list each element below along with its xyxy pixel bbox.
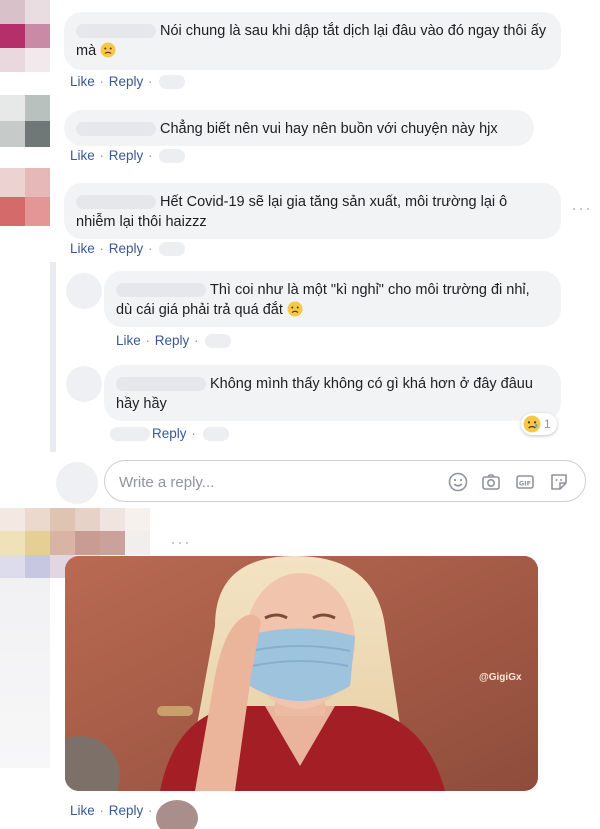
gif-image[interactable]: @GigiGx	[65, 556, 538, 791]
avatar-blurred	[0, 578, 50, 768]
reply-input-box[interactable]: GIF	[104, 460, 586, 502]
like-link[interactable]: Like	[70, 803, 95, 818]
svg-text:GIF: GIF	[519, 479, 531, 487]
reply-bubble: Thì coi như là một "kì nghỉ" cho môi trư…	[104, 271, 561, 327]
smiley-icon[interactable]	[447, 471, 469, 493]
reply-actions: Like · Reply ·	[116, 333, 232, 349]
woman-with-mask-illustration	[65, 556, 538, 791]
sad-face-emoji	[523, 415, 541, 433]
timestamp-blurred	[159, 149, 186, 164]
timestamp-blurred	[159, 75, 186, 90]
avatar-blurred	[0, 0, 50, 72]
sad-face-emoji	[287, 301, 303, 317]
comment-actions: Like · Reply ·	[70, 74, 186, 90]
reply-bubble: Không mình thấy không có gì khá hơn ở đâ…	[104, 365, 561, 421]
like-blurred	[110, 427, 150, 442]
reply-link[interactable]: Reply	[109, 148, 144, 163]
reply-actions: Reply ·	[110, 426, 229, 442]
gif-icon[interactable]: GIF	[514, 471, 536, 493]
sad-face-emoji	[100, 42, 116, 58]
comment-actions: Like · Reply ·	[70, 803, 153, 818]
comment-actions: Like · Reply ·	[70, 241, 186, 257]
reaction-count: 1	[544, 417, 551, 431]
timestamp-blurred	[159, 242, 186, 257]
like-link[interactable]: Like	[70, 74, 95, 89]
reply-input[interactable]	[119, 471, 439, 493]
reaction-badge[interactable]: 1	[521, 413, 557, 435]
avatar-blurred	[0, 95, 50, 147]
avatar-blurred	[0, 168, 50, 226]
comment-actions: Like · Reply ·	[70, 148, 186, 164]
reply-link[interactable]: Reply	[155, 333, 190, 348]
reply-link[interactable]: Reply	[109, 241, 144, 256]
avatar-blurred	[156, 800, 198, 829]
gif-watermark: @GigiGx	[479, 672, 522, 683]
reply-link[interactable]: Reply	[109, 803, 144, 818]
avatar[interactable]	[66, 273, 102, 309]
more-dots-icon[interactable]: ···	[571, 199, 592, 217]
comment-text: Chẳng biết nên vui hay nên buồn với chuy…	[160, 121, 498, 137]
like-link[interactable]: Like	[116, 333, 141, 348]
comment-bubble: Nói chung là sau khi dập tắt dịch lại đâ…	[64, 12, 561, 70]
camera-icon[interactable]	[480, 471, 502, 493]
timestamp-blurred	[205, 334, 232, 349]
comment-bubble: Hết Covid-19 sẽ lại gia tăng sản xuất, m…	[64, 183, 561, 239]
avatar	[56, 462, 98, 504]
avatar[interactable]	[66, 366, 102, 402]
timestamp-blurred	[202, 427, 229, 442]
sticker-icon[interactable]	[548, 471, 570, 493]
reply-thread-line	[50, 262, 56, 452]
comment-bubble: Chẳng biết nên vui hay nên buồn với chuy…	[64, 110, 534, 146]
reply-link[interactable]: Reply	[109, 74, 144, 89]
like-link[interactable]: Like	[70, 241, 95, 256]
reply-link[interactable]: Reply	[152, 426, 187, 441]
more-dots-icon[interactable]: ···	[170, 533, 191, 551]
like-link[interactable]: Like	[70, 148, 95, 163]
